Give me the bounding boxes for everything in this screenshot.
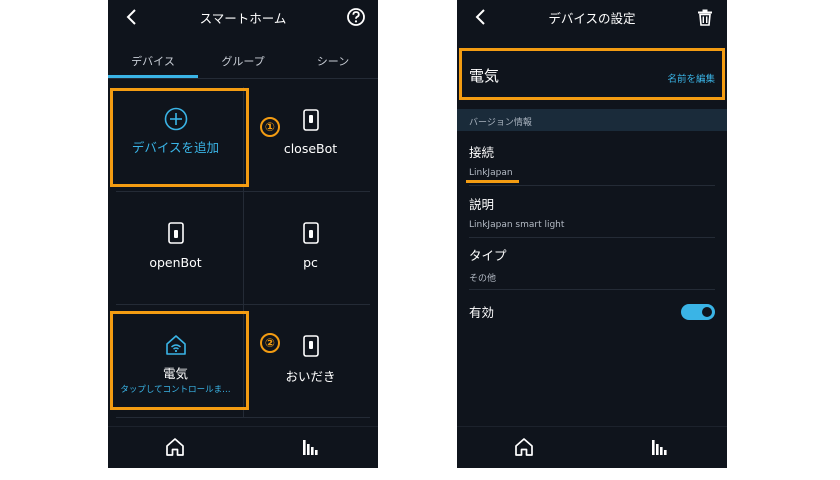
enabled-row: 有効 [469,302,715,321]
info-row-type: タイプ その他 [469,245,715,284]
equalizer-icon[interactable] [300,436,322,458]
callout-1: ① [260,117,280,137]
switch-icon [167,222,184,244]
device-label: openBot [149,255,202,270]
device-label: pc [303,255,318,270]
device-label: おいだき [285,369,336,384]
device-label: closeBot [283,141,338,156]
row-divider [469,185,715,186]
smart-home-screen: スマートホーム デバイス グループ シーン デバイスを追加 closeBot o… [108,0,378,468]
info-value: LinkJapan [469,168,513,178]
info-row-connection: 接続 LinkJapan [469,142,715,178]
row-divider [469,289,715,290]
home-icon[interactable] [164,436,186,458]
page-title: デバイスの設定 [548,11,636,26]
switch-icon [302,222,319,244]
top-bar: スマートホーム [108,0,378,34]
device-settings-screen: デバイスの設定 電気 名前を編集 バージョン情報 接続 LinkJapan 説明… [457,0,727,468]
row-divider [469,237,715,238]
callout-2: ② [260,333,280,353]
info-value: その他 [469,274,497,284]
tab-bar: デバイス グループ シーン [108,42,378,78]
highlight-box-add-device [110,88,249,187]
bottom-nav [108,426,378,468]
device-tile-openbot[interactable]: openBot [108,192,243,304]
tab-devices[interactable]: デバイス [108,42,198,78]
grid-divider [116,417,370,418]
enabled-toggle[interactable] [681,304,715,320]
device-tile-oidaki[interactable]: おいだき [243,305,378,417]
enabled-label: 有効 [469,305,495,320]
top-bar: デバイスの設定 [457,0,727,34]
tab-scenes[interactable]: シーン [288,42,378,78]
highlight-box-name [459,48,725,100]
home-icon[interactable] [513,436,535,458]
info-title: 接続 [469,145,495,160]
tab-groups[interactable]: グループ [198,42,288,78]
help-icon[interactable] [346,7,366,27]
info-value: LinkJapan smart light [469,220,565,230]
trash-icon[interactable] [695,7,715,27]
page-title: スマートホーム [199,11,287,26]
info-row-description: 説明 LinkJapan smart light [469,194,715,230]
highlight-underline [466,180,519,183]
switch-icon [302,335,319,357]
device-tile-pc[interactable]: pc [243,192,378,304]
toggle-knob [702,307,712,317]
info-title: タイプ [469,248,507,263]
highlight-box-light [110,311,249,410]
section-header: バージョン情報 [457,109,727,131]
info-title: 説明 [469,197,495,212]
equalizer-icon[interactable] [649,436,671,458]
bottom-nav [457,426,727,468]
switch-icon [302,109,319,131]
